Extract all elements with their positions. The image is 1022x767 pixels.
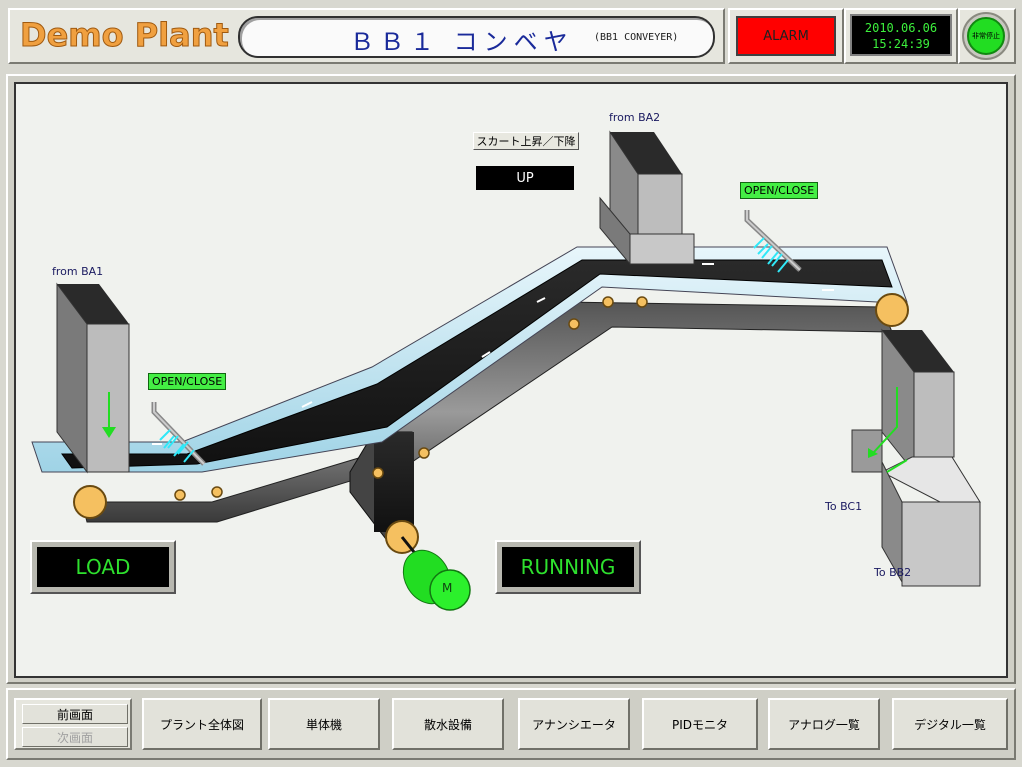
digital-list-button[interactable]: デジタル一覧 [892, 698, 1008, 750]
plant-overview-button[interactable]: プラント全体図 [142, 698, 262, 750]
screen-title-jp: ＢＢ１ コンベヤ [350, 28, 574, 56]
screen-title: ＢＢ１ コンベヤ (BB1 CONVEYER) [238, 16, 715, 58]
gate-right-open-close-button[interactable]: OPEN/CLOSE [740, 182, 819, 199]
emergency-stop-button[interactable]: 非常停止 [962, 12, 1010, 60]
unit-machine-button[interactable]: 単体機 [268, 698, 380, 750]
from-ba1-label: from BA1 [52, 265, 104, 278]
next-screen-button[interactable]: 次画面 [22, 727, 128, 747]
emergency-stop-label: 非常停止 [967, 17, 1005, 55]
skirt-state-display: UP [476, 166, 574, 190]
skirt-up-down-button[interactable]: スカート上昇／下降 [473, 132, 579, 150]
gate-left-open-close-button[interactable]: OPEN/CLOSE [148, 373, 227, 390]
load-status: LOAD [37, 547, 169, 587]
clock-display: 2010.06.06 15:24:39 [850, 14, 952, 56]
prev-screen-button[interactable]: 前画面 [22, 704, 128, 724]
sprinkler-equipment-button[interactable]: 散水設備 [392, 698, 504, 750]
header-bar: Demo Plant ＢＢ１ コンベヤ (BB1 CONVEYER) ALARM… [0, 0, 1022, 70]
run-status: RUNNING [502, 547, 634, 587]
page-nav-group: 前画面 次画面 [14, 698, 132, 750]
run-status-panel: RUNNING [495, 540, 641, 594]
load-status-panel: LOAD [30, 540, 176, 594]
pid-monitor-button[interactable]: PIDモニタ [642, 698, 758, 750]
to-bc1-label: To BC1 [825, 500, 863, 513]
analog-list-button[interactable]: アナログ一覧 [768, 698, 880, 750]
from-ba2-label: from BA2 [609, 111, 661, 124]
clock-time: 15:24:39 [872, 37, 930, 51]
to-bb2-label: To BB2 [874, 566, 912, 579]
plant-name: Demo Plant [20, 16, 230, 55]
screen-title-en: (BB1 CONVEYER) [594, 32, 679, 43]
motor-label: M [442, 581, 453, 595]
annunciator-button[interactable]: アナンシエータ [518, 698, 630, 750]
clock-date: 2010.06.06 [864, 21, 938, 35]
alarm-button[interactable]: ALARM [736, 16, 836, 56]
